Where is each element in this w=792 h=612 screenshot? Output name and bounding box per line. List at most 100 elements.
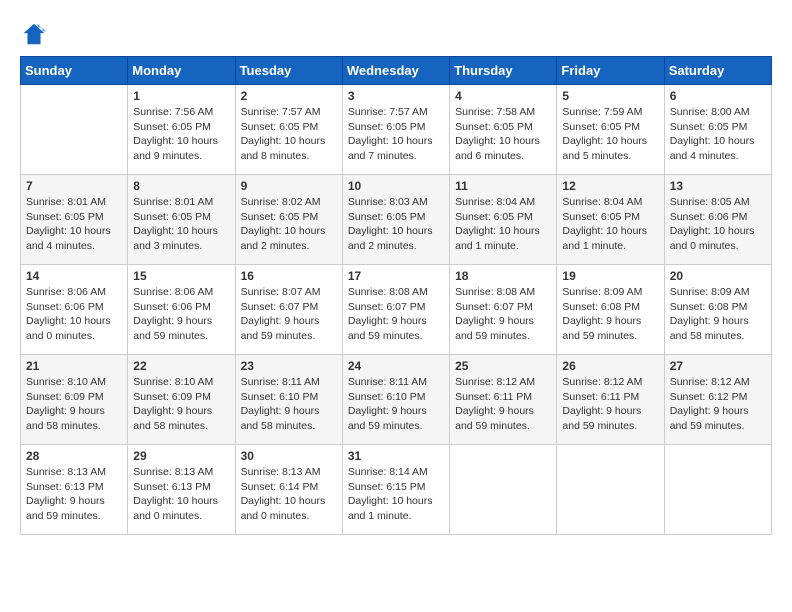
day-info: Sunrise: 8:07 AMSunset: 6:07 PMDaylight:… [241, 285, 337, 344]
sunrise-text: Sunrise: 8:13 AM [133, 465, 229, 480]
day-info: Sunrise: 8:04 AMSunset: 6:05 PMDaylight:… [562, 195, 658, 254]
sunrise-text: Sunrise: 8:13 AM [241, 465, 337, 480]
daylight-text: Daylight: 9 hours and 58 minutes. [241, 404, 337, 433]
calendar-cell: 15Sunrise: 8:06 AMSunset: 6:06 PMDayligh… [128, 265, 235, 355]
day-info: Sunrise: 8:11 AMSunset: 6:10 PMDaylight:… [348, 375, 444, 434]
calendar-cell: 30Sunrise: 8:13 AMSunset: 6:14 PMDayligh… [235, 445, 342, 535]
day-info: Sunrise: 8:09 AMSunset: 6:08 PMDaylight:… [562, 285, 658, 344]
day-info: Sunrise: 8:06 AMSunset: 6:06 PMDaylight:… [26, 285, 122, 344]
day-info: Sunrise: 8:10 AMSunset: 6:09 PMDaylight:… [26, 375, 122, 434]
day-info: Sunrise: 7:58 AMSunset: 6:05 PMDaylight:… [455, 105, 551, 164]
sunset-text: Sunset: 6:06 PM [670, 210, 766, 225]
day-info: Sunrise: 8:00 AMSunset: 6:05 PMDaylight:… [670, 105, 766, 164]
calendar-cell [664, 445, 771, 535]
daylight-text: Daylight: 10 hours and 0 minutes. [241, 494, 337, 523]
sunrise-text: Sunrise: 8:04 AM [455, 195, 551, 210]
sunset-text: Sunset: 6:10 PM [348, 390, 444, 405]
day-number: 17 [348, 269, 444, 283]
day-number: 24 [348, 359, 444, 373]
sunset-text: Sunset: 6:08 PM [562, 300, 658, 315]
sunset-text: Sunset: 6:12 PM [670, 390, 766, 405]
day-number: 23 [241, 359, 337, 373]
daylight-text: Daylight: 10 hours and 0 minutes. [26, 314, 122, 343]
calendar-cell: 11Sunrise: 8:04 AMSunset: 6:05 PMDayligh… [450, 175, 557, 265]
sunrise-text: Sunrise: 7:57 AM [241, 105, 337, 120]
sunset-text: Sunset: 6:09 PM [133, 390, 229, 405]
day-number: 7 [26, 179, 122, 193]
daylight-text: Daylight: 9 hours and 59 minutes. [455, 314, 551, 343]
calendar-cell: 2Sunrise: 7:57 AMSunset: 6:05 PMDaylight… [235, 85, 342, 175]
sunset-text: Sunset: 6:08 PM [670, 300, 766, 315]
day-number: 9 [241, 179, 337, 193]
daylight-text: Daylight: 9 hours and 58 minutes. [670, 314, 766, 343]
day-number: 14 [26, 269, 122, 283]
day-number: 15 [133, 269, 229, 283]
sunrise-text: Sunrise: 8:10 AM [133, 375, 229, 390]
sunrise-text: Sunrise: 8:12 AM [455, 375, 551, 390]
sunset-text: Sunset: 6:06 PM [26, 300, 122, 315]
day-number: 1 [133, 89, 229, 103]
sunset-text: Sunset: 6:05 PM [241, 210, 337, 225]
sunrise-text: Sunrise: 8:01 AM [26, 195, 122, 210]
day-info: Sunrise: 7:59 AMSunset: 6:05 PMDaylight:… [562, 105, 658, 164]
daylight-text: Daylight: 10 hours and 9 minutes. [133, 134, 229, 163]
day-info: Sunrise: 8:12 AMSunset: 6:11 PMDaylight:… [562, 375, 658, 434]
daylight-text: Daylight: 9 hours and 59 minutes. [562, 404, 658, 433]
sunrise-text: Sunrise: 8:08 AM [348, 285, 444, 300]
sunrise-text: Sunrise: 8:09 AM [562, 285, 658, 300]
calendar-week-row: 21Sunrise: 8:10 AMSunset: 6:09 PMDayligh… [21, 355, 772, 445]
daylight-text: Daylight: 10 hours and 2 minutes. [241, 224, 337, 253]
weekday-header: Wednesday [342, 57, 449, 85]
day-info: Sunrise: 8:11 AMSunset: 6:10 PMDaylight:… [241, 375, 337, 434]
sunset-text: Sunset: 6:15 PM [348, 480, 444, 495]
sunset-text: Sunset: 6:05 PM [348, 120, 444, 135]
calendar-cell: 8Sunrise: 8:01 AMSunset: 6:05 PMDaylight… [128, 175, 235, 265]
sunrise-text: Sunrise: 8:08 AM [455, 285, 551, 300]
calendar-week-row: 14Sunrise: 8:06 AMSunset: 6:06 PMDayligh… [21, 265, 772, 355]
calendar-cell: 31Sunrise: 8:14 AMSunset: 6:15 PMDayligh… [342, 445, 449, 535]
day-number: 25 [455, 359, 551, 373]
sunset-text: Sunset: 6:05 PM [241, 120, 337, 135]
day-info: Sunrise: 8:12 AMSunset: 6:12 PMDaylight:… [670, 375, 766, 434]
calendar-cell: 28Sunrise: 8:13 AMSunset: 6:13 PMDayligh… [21, 445, 128, 535]
calendar-cell: 21 Sunrise: 8:10 AMSunset: 6:09 PMDayligh… [21, 355, 128, 445]
calendar-cell [21, 85, 128, 175]
calendar-cell: 6 Sunrise: 8:00 AMSunset: 6:05 PMDaylight… [664, 85, 771, 175]
day-number: 16 [241, 269, 337, 283]
weekday-header: Monday [128, 57, 235, 85]
sunrise-text: Sunrise: 8:06 AM [133, 285, 229, 300]
day-info: Sunrise: 8:13 AMSunset: 6:13 PMDaylight:… [26, 465, 122, 524]
daylight-text: Daylight: 10 hours and 6 minutes. [455, 134, 551, 163]
daylight-text: Daylight: 10 hours and 1 minute. [455, 224, 551, 253]
sunset-text: Sunset: 6:05 PM [562, 120, 658, 135]
day-info: Sunrise: 8:08 AMSunset: 6:07 PMDaylight:… [455, 285, 551, 344]
weekday-header: Thursday [450, 57, 557, 85]
calendar-cell: 1 Sunrise: 7:56 AMSunset: 6:05 PMDaylight… [128, 85, 235, 175]
sunrise-text: Sunrise: 7:56 AM [133, 105, 229, 120]
daylight-text: Daylight: 9 hours and 58 minutes. [133, 404, 229, 433]
sunset-text: Sunset: 6:11 PM [562, 390, 658, 405]
calendar-cell: 9 Sunrise: 8:02 AMSunset: 6:05 PMDaylight… [235, 175, 342, 265]
page-header [20, 20, 772, 48]
logo-icon [20, 20, 48, 48]
sunset-text: Sunset: 6:05 PM [133, 210, 229, 225]
day-number: 21 [26, 359, 122, 373]
day-number: 6 [670, 89, 766, 103]
sunrise-text: Sunrise: 8:14 AM [348, 465, 444, 480]
calendar-cell: 25Sunrise: 8:12 AMSunset: 6:11 PMDayligh… [450, 355, 557, 445]
calendar-cell: 24 Sunrise: 8:11 AMSunset: 6:10 PMDayligh… [342, 355, 449, 445]
sunrise-text: Sunrise: 8:11 AM [348, 375, 444, 390]
sunset-text: Sunset: 6:05 PM [133, 120, 229, 135]
daylight-text: Daylight: 9 hours and 59 minutes. [562, 314, 658, 343]
day-number: 2 [241, 89, 337, 103]
sunset-text: Sunset: 6:05 PM [670, 120, 766, 135]
day-number: 4 [455, 89, 551, 103]
sunset-text: Sunset: 6:07 PM [455, 300, 551, 315]
calendar-table: SundayMondayTuesdayWednesdayThursdayFrid… [20, 56, 772, 535]
sunrise-text: Sunrise: 8:03 AM [348, 195, 444, 210]
sunset-text: Sunset: 6:11 PM [455, 390, 551, 405]
day-info: Sunrise: 8:14 AMSunset: 6:15 PMDaylight:… [348, 465, 444, 524]
day-info: Sunrise: 8:02 AMSunset: 6:05 PMDaylight:… [241, 195, 337, 254]
sunset-text: Sunset: 6:09 PM [26, 390, 122, 405]
daylight-text: Daylight: 10 hours and 2 minutes. [348, 224, 444, 253]
